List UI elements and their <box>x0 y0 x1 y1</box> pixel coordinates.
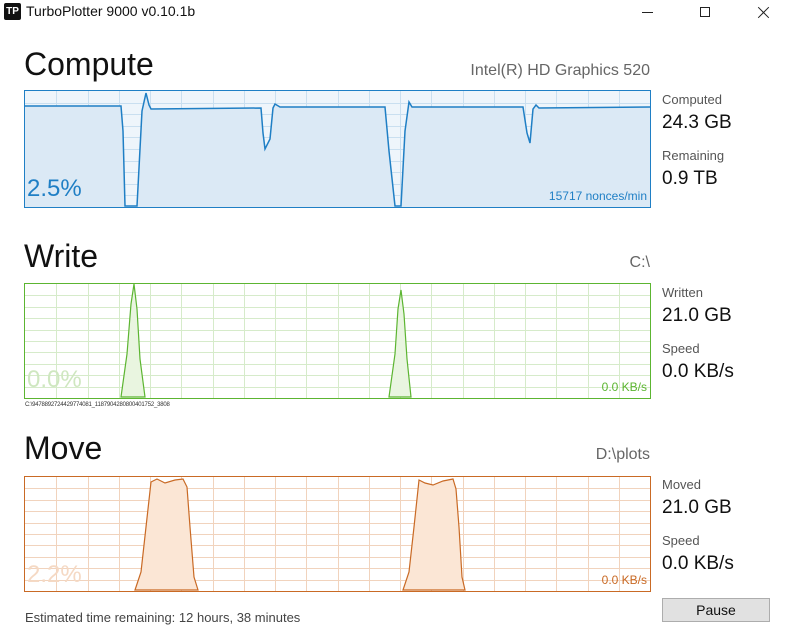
move-percent: 2.2% <box>27 561 82 588</box>
maximize-button[interactable] <box>682 0 728 24</box>
compute-title: Compute <box>24 46 154 82</box>
move-drive: D:\plots <box>595 446 650 463</box>
maximize-icon <box>700 7 710 17</box>
write-file-path: C:\9478892724429774081_11879042808004017… <box>25 402 170 408</box>
move-graph-svg <box>25 477 650 591</box>
moved-label: Moved <box>662 477 702 492</box>
write-rate: 0.0 KB/s <box>601 380 647 394</box>
compute-rate: 15717 nonces/min <box>548 189 647 203</box>
title-bar: TP TurboPlotter 9000 v0.10.1b <box>0 0 794 24</box>
written-label: Written <box>662 285 703 300</box>
app-logo-icon: TP <box>4 3 21 20</box>
computed-label: Computed <box>662 92 722 107</box>
close-button[interactable] <box>740 0 786 24</box>
compute-percent: 2.5% <box>27 175 82 202</box>
write-title: Write <box>24 238 99 274</box>
write-speed-label: Speed <box>662 341 700 356</box>
move-rate: 0.0 KB/s <box>601 573 647 587</box>
compute-device: Intel(R) HD Graphics 520 <box>470 62 650 79</box>
compute-graph: 2.5% 15717 nonces/min <box>24 90 651 208</box>
moved-value: 21.0 GB <box>662 497 732 518</box>
write-speed-value: 0.0 KB/s <box>662 361 734 382</box>
computed-value: 24.3 GB <box>662 112 732 133</box>
status-text: Estimated time remaining: 12 hours, 38 m… <box>25 610 301 625</box>
write-graph-fill-2 <box>388 289 412 398</box>
minimize-icon <box>641 11 653 13</box>
write-drive: C:\ <box>629 254 650 271</box>
pause-button[interactable]: Pause <box>662 598 770 622</box>
write-percent: 0.0% <box>27 366 82 393</box>
minimize-button[interactable] <box>624 0 670 24</box>
remaining-label: Remaining <box>662 148 725 163</box>
move-title: Move <box>24 430 103 466</box>
write-graph-fill <box>120 284 146 398</box>
window-title: TurboPlotter 9000 v0.10.1b <box>26 3 196 19</box>
write-graph-svg <box>25 284 650 398</box>
written-value: 21.0 GB <box>662 305 732 326</box>
remaining-value: 0.9 TB <box>662 168 718 189</box>
move-speed-value: 0.0 KB/s <box>662 553 734 574</box>
move-speed-label: Speed <box>662 533 700 548</box>
close-icon <box>757 6 770 19</box>
move-graph: 2.2% 0.0 KB/s <box>24 476 651 592</box>
write-graph: 0.0% 0.0 KB/s <box>24 283 651 399</box>
